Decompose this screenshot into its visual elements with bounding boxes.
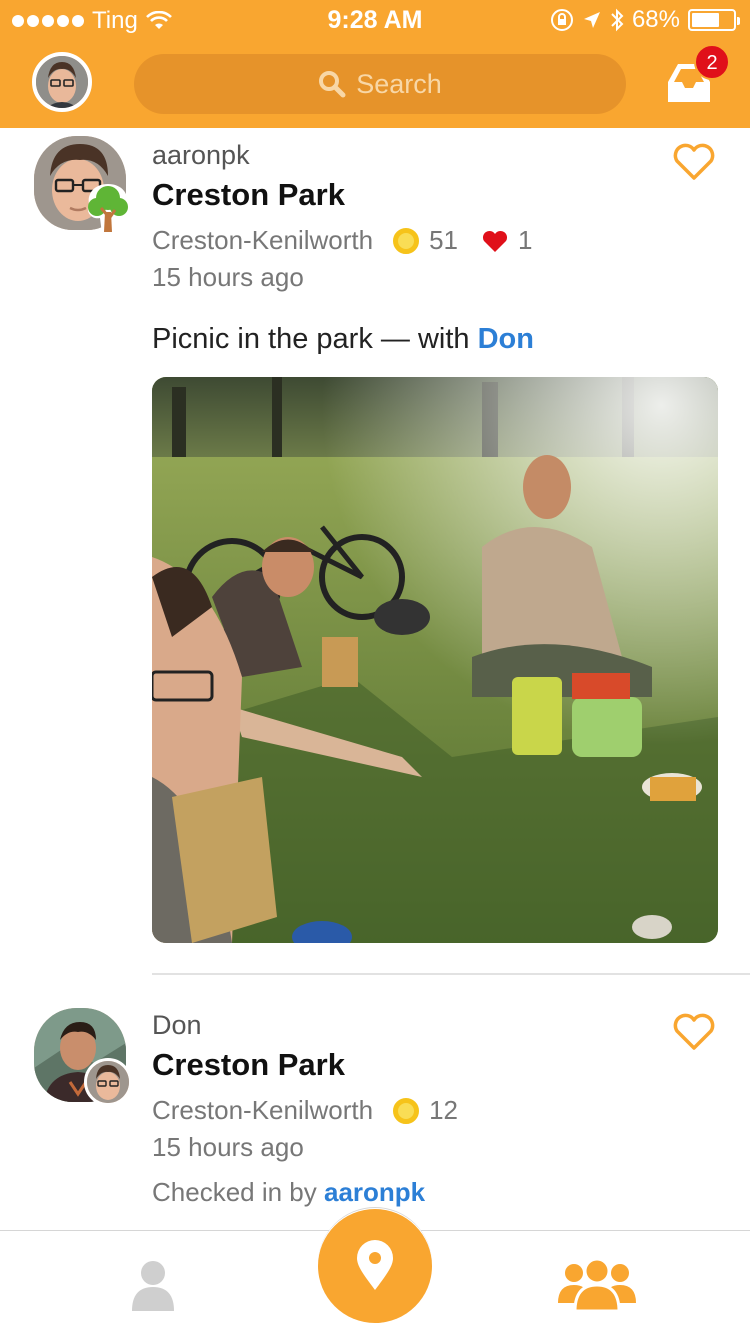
search-placeholder: Search: [356, 68, 442, 99]
heart-outline-icon[interactable]: [672, 1012, 716, 1052]
orientation-lock-icon: [550, 9, 573, 31]
coin-count: 51: [429, 225, 459, 255]
venue-name[interactable]: Creston Park: [152, 1047, 716, 1083]
bluetooth-icon: [611, 8, 624, 32]
user-avatar-group[interactable]: [34, 136, 129, 234]
time-ago: 15 hours ago: [152, 1132, 304, 1162]
check-in-button[interactable]: [318, 1209, 432, 1323]
location-arrow-icon: [583, 12, 600, 28]
check-in-photo[interactable]: [152, 377, 718, 943]
checked-in-by-avatar[interactable]: [84, 1058, 132, 1106]
check-in-card[interactable]: Don Creston Park Creston-Kenilworth 12 1…: [0, 998, 750, 1230]
venue-name[interactable]: Creston Park: [152, 177, 716, 213]
check-in-card[interactable]: aaronpk Creston Park Creston-Kenilworth …: [0, 128, 750, 976]
user-avatar-group[interactable]: [34, 1008, 132, 1106]
like-count: 1: [518, 225, 533, 255]
neighborhood: Creston-Kenilworth: [152, 1095, 374, 1125]
status-bar: Ting 9:28 AM 68%: [0, 0, 750, 40]
battery-fill: [692, 13, 719, 27]
my-profile-avatar[interactable]: [32, 52, 92, 112]
checked-in-by: Checked in by aaronpk: [152, 1177, 716, 1208]
heart-outline-icon[interactable]: [672, 142, 716, 182]
checked-in-by-link[interactable]: aaronpk: [324, 1177, 425, 1207]
tagged-friend-link[interactable]: Don: [478, 323, 534, 355]
picnic-photo: [152, 377, 718, 943]
coin-count: 12: [429, 1095, 459, 1125]
search-icon: [319, 71, 346, 98]
time-ago: 15 hours ago: [152, 262, 304, 292]
check-in-content: aaronpk Creston Park Creston-Kenilworth …: [152, 140, 716, 356]
username[interactable]: aaronpk: [152, 140, 716, 171]
card-divider: [152, 973, 750, 975]
map-pin-icon: [357, 1240, 393, 1290]
feed[interactable]: aaronpk Creston Park Creston-Kenilworth …: [0, 128, 750, 1230]
shout-text: Picnic in the park — with Don: [152, 323, 716, 356]
checked-in-prefix: Checked in by: [152, 1177, 324, 1207]
coin-icon: [393, 1097, 420, 1124]
neighborhood: Creston-Kenilworth: [152, 225, 374, 255]
search-bar[interactable]: Search: [134, 54, 626, 114]
friends-tab-icon[interactable]: [558, 1257, 636, 1311]
face-glasses-icon: [36, 56, 88, 108]
tab-bar: [0, 1207, 750, 1334]
username[interactable]: Don: [152, 1010, 716, 1041]
profile-tab-icon[interactable]: [130, 1259, 176, 1311]
heart-filled-icon: [482, 230, 508, 252]
tree-sticker-icon: [87, 184, 129, 234]
check-in-content: Don Creston Park Creston-Kenilworth 12 1…: [152, 1010, 716, 1208]
battery-icon: [688, 9, 740, 31]
top-bar: Ting 9:28 AM 68% Search 2: [0, 0, 750, 128]
notification-badge[interactable]: 2: [694, 44, 730, 80]
face-glasses-icon: [87, 1061, 129, 1103]
shout-prefix: Picnic in the park — with: [152, 323, 478, 355]
battery-percent: 68%: [631, 6, 680, 33]
status-right: 68%: [550, 6, 740, 34]
coin-icon: [393, 227, 420, 254]
check-in-meta: Creston-Kenilworth 12: [152, 1095, 716, 1126]
check-in-meta: Creston-Kenilworth 51 1: [152, 225, 716, 256]
